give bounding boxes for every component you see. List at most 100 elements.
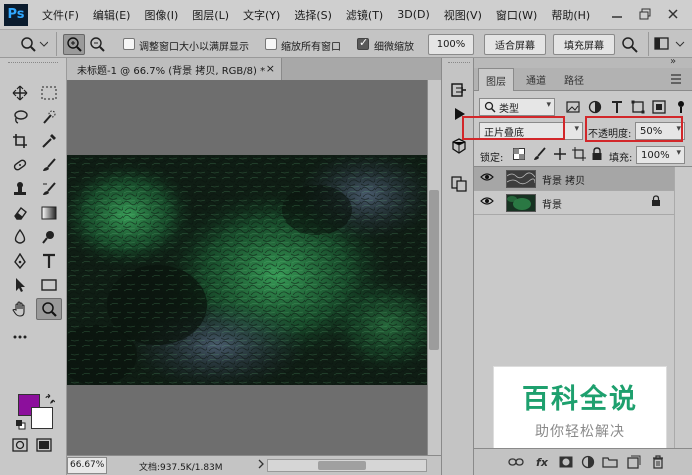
lock-position-icon[interactable] bbox=[553, 147, 567, 164]
healing-brush-tool-icon[interactable] bbox=[7, 154, 33, 176]
visibility-eye-icon[interactable] bbox=[480, 195, 494, 209]
fill-label: 填充: bbox=[609, 153, 633, 164]
workspace-switcher-icon[interactable] bbox=[654, 36, 688, 55]
menu-edit[interactable]: 编辑(E) bbox=[93, 7, 131, 23]
quick-mask-icon[interactable] bbox=[12, 438, 28, 455]
brush-tool-icon[interactable] bbox=[36, 154, 62, 176]
opacity-highlight bbox=[585, 116, 683, 142]
search-icon[interactable] bbox=[621, 36, 639, 57]
layers-scrollbar[interactable] bbox=[674, 167, 692, 448]
toolbox bbox=[0, 58, 67, 475]
filter-smart-object-icon[interactable] bbox=[652, 100, 666, 117]
more-tools-icon[interactable] bbox=[7, 326, 33, 348]
menu-select[interactable]: 选择(S) bbox=[294, 7, 332, 23]
zoom-tool-icon[interactable] bbox=[36, 298, 62, 320]
panel-menu-icon[interactable] bbox=[670, 74, 682, 87]
lock-transparent-pixels-icon[interactable] bbox=[513, 148, 525, 163]
filter-pixel-icon[interactable] bbox=[566, 100, 580, 117]
menu-image[interactable]: 图像(I) bbox=[144, 7, 178, 23]
rectangle-tool-icon[interactable] bbox=[36, 274, 62, 296]
move-tool-icon[interactable] bbox=[7, 82, 33, 104]
type-tool-icon[interactable] bbox=[36, 250, 62, 272]
layer-row-background-copy[interactable]: 背景 拷贝 bbox=[474, 167, 674, 191]
quick-selection-tool-icon[interactable] bbox=[36, 106, 62, 128]
new-group-icon[interactable] bbox=[602, 455, 618, 469]
toolbox-grip[interactable] bbox=[8, 62, 58, 66]
menu-layer[interactable]: 图层(L) bbox=[192, 7, 229, 23]
pen-tool-icon[interactable] bbox=[7, 250, 33, 272]
hand-tool-icon[interactable] bbox=[7, 298, 33, 320]
eyedropper-tool-icon[interactable] bbox=[36, 130, 62, 152]
horizontal-scrollbar[interactable] bbox=[267, 459, 427, 472]
menu-filter[interactable]: 滤镜(T) bbox=[346, 7, 383, 23]
fill-field[interactable]: 100% ▾ bbox=[636, 146, 685, 164]
delete-layer-icon[interactable] bbox=[650, 455, 666, 469]
resize-windows-checkbox[interactable] bbox=[123, 38, 135, 50]
filter-toggle-icon[interactable] bbox=[676, 100, 686, 117]
path-selection-tool-icon[interactable] bbox=[7, 274, 33, 296]
filter-shape-icon[interactable] bbox=[631, 100, 645, 117]
tab-channels[interactable]: 通道 bbox=[518, 68, 554, 91]
horizontal-scrollbar-thumb[interactable] bbox=[318, 461, 366, 470]
menu-help[interactable]: 帮助(H) bbox=[551, 7, 590, 23]
restore-icon[interactable] bbox=[634, 4, 656, 24]
lock-all-icon[interactable] bbox=[591, 147, 603, 164]
gradient-tool-icon[interactable] bbox=[36, 202, 62, 224]
fit-screen-button[interactable]: 适合屏幕 bbox=[484, 34, 546, 55]
minimize-icon[interactable] bbox=[606, 4, 628, 24]
close-document-icon[interactable]: × bbox=[266, 62, 275, 75]
layer-style-fx-button[interactable]: fx bbox=[534, 455, 550, 469]
crop-tool-icon[interactable] bbox=[7, 130, 33, 152]
zoom-out-icon[interactable] bbox=[88, 36, 108, 58]
layers-panel-footer: fx bbox=[474, 448, 692, 475]
document-size-info[interactable]: 文档:937.5K/1.83M bbox=[139, 460, 223, 473]
history-panel-icon[interactable] bbox=[449, 80, 469, 100]
blur-tool-icon[interactable] bbox=[7, 226, 33, 248]
new-layer-icon[interactable] bbox=[626, 455, 642, 469]
close-window-icon[interactable] bbox=[662, 4, 684, 24]
zoom-all-windows-checkbox[interactable] bbox=[265, 38, 277, 50]
properties-panel-icon[interactable] bbox=[449, 174, 469, 194]
visibility-eye-icon[interactable] bbox=[480, 171, 494, 185]
history-brush-tool-icon[interactable] bbox=[36, 178, 62, 200]
zoom-level-field[interactable]: 66.67% bbox=[67, 457, 107, 474]
collapse-panels-icon[interactable]: » bbox=[670, 56, 676, 67]
document-image[interactable] bbox=[57, 150, 447, 390]
fill-screen-button[interactable]: 填充屏幕 bbox=[553, 34, 615, 55]
filter-type-icon[interactable] bbox=[610, 100, 624, 117]
swap-colors-icon[interactable] bbox=[44, 393, 56, 408]
lock-label: 锁定: bbox=[480, 153, 504, 164]
adjustment-layer-icon[interactable] bbox=[580, 455, 596, 469]
menu-file[interactable]: 文件(F) bbox=[42, 7, 79, 23]
layer-filter-kind-select[interactable]: 类型 ▾ bbox=[479, 98, 555, 116]
background-color-swatch[interactable] bbox=[31, 407, 53, 429]
layer-row-background[interactable]: 背景 bbox=[474, 191, 674, 215]
lock-image-pixels-icon[interactable] bbox=[533, 147, 547, 164]
zoom-in-icon[interactable] bbox=[63, 34, 85, 55]
zoom-tool-preset-icon[interactable] bbox=[20, 36, 49, 55]
scrubby-zoom-checkbox[interactable] bbox=[357, 36, 369, 50]
menu-type[interactable]: 文字(Y) bbox=[243, 7, 280, 23]
document-tab[interactable]: 未标题-1 @ 66.7% (背景 拷贝, RGB/8) * × bbox=[67, 58, 282, 80]
filter-adjustment-icon[interactable] bbox=[588, 100, 602, 117]
eraser-tool-icon[interactable] bbox=[7, 202, 33, 224]
status-menu-arrow-icon[interactable] bbox=[257, 459, 265, 472]
add-mask-icon[interactable] bbox=[558, 455, 574, 469]
lasso-tool-icon[interactable] bbox=[7, 106, 33, 128]
clone-stamp-tool-icon[interactable] bbox=[7, 178, 33, 200]
vertical-scrollbar-thumb[interactable] bbox=[429, 190, 439, 350]
panel-header-grip[interactable]: » bbox=[474, 56, 692, 68]
dock-grip[interactable] bbox=[448, 62, 470, 65]
default-colors-icon[interactable] bbox=[15, 419, 26, 433]
tab-layers[interactable]: 图层 bbox=[478, 68, 514, 91]
menu-view[interactable]: 视图(V) bbox=[444, 7, 482, 23]
menu-window[interactable]: 窗口(W) bbox=[496, 7, 537, 23]
link-layers-icon[interactable] bbox=[508, 455, 524, 469]
menu-3d[interactable]: 3D(D) bbox=[397, 8, 430, 21]
lock-artboard-icon[interactable] bbox=[572, 147, 586, 164]
screen-mode-icon[interactable] bbox=[36, 438, 54, 455]
zoom-100-button[interactable]: 100% bbox=[428, 34, 474, 55]
tab-paths[interactable]: 路径 bbox=[556, 68, 592, 91]
marquee-tool-icon[interactable] bbox=[36, 82, 62, 104]
dodge-tool-icon[interactable] bbox=[36, 226, 62, 248]
